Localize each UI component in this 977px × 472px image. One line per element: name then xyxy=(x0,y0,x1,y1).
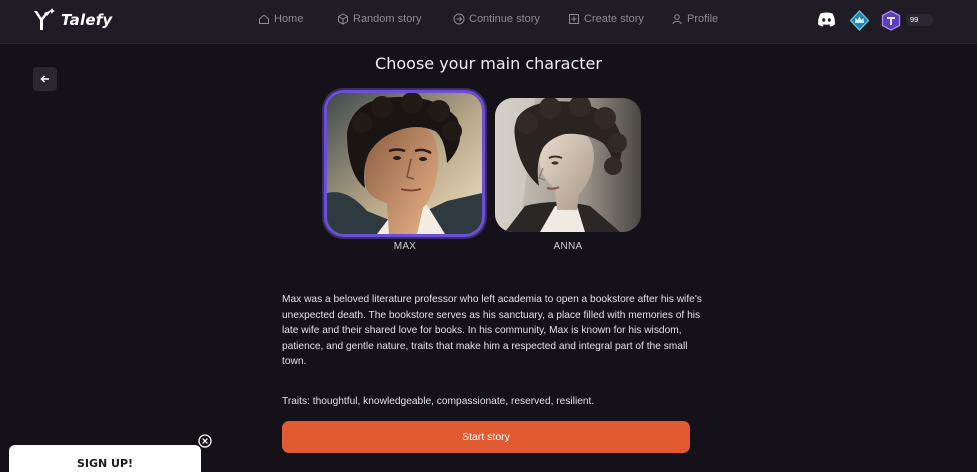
top-navbar: Talefy Home Random story Continue story … xyxy=(0,0,977,44)
cube-icon xyxy=(338,13,348,25)
signup-label: SIGN UP! xyxy=(76,457,134,470)
nav-random-label: Random story xyxy=(353,13,422,25)
signup-popup[interactable]: SIGN UP! xyxy=(9,445,201,472)
start-story-button[interactable]: Start story xyxy=(282,421,690,453)
character-description: Max was a beloved literature professor w… xyxy=(282,294,702,367)
character-card-max[interactable] xyxy=(324,90,485,237)
nav-profile[interactable]: Profile xyxy=(671,13,718,25)
character-card-anna[interactable] xyxy=(495,98,641,232)
nav-create-label: Create story xyxy=(584,13,644,25)
nav-home-label: Home xyxy=(274,13,304,25)
close-icon xyxy=(198,434,212,448)
nav-create-story[interactable]: Create story xyxy=(568,13,644,25)
plus-square-icon xyxy=(569,14,579,24)
character-name-max: MAX xyxy=(393,241,417,252)
close-signup-button[interactable] xyxy=(198,434,212,448)
page-title: Choose your main character xyxy=(375,54,602,73)
talefy-logo-icon xyxy=(34,8,55,30)
crown-icon[interactable] xyxy=(849,10,870,36)
arrow-circle-icon xyxy=(453,13,465,25)
nav-continue-story[interactable]: Continue story xyxy=(453,13,540,25)
user-icon xyxy=(672,14,682,25)
credits-counter: 99 xyxy=(906,14,933,26)
character-portrait-anna xyxy=(495,98,641,232)
token-icon[interactable] xyxy=(881,10,901,36)
arrow-left-icon xyxy=(40,75,49,83)
character-traits: Traits: thoughtful, knowledgeable, compa… xyxy=(282,396,595,407)
discord-icon[interactable] xyxy=(817,12,836,32)
nav-continue-label: Continue story xyxy=(469,13,540,25)
nav-home[interactable]: Home xyxy=(258,13,303,25)
nav-profile-label: Profile xyxy=(687,13,719,25)
brand-logo[interactable]: Talefy xyxy=(31,8,112,32)
nav-random-story[interactable]: Random story xyxy=(337,13,421,25)
brand-name: Talefy xyxy=(61,11,113,29)
character-name-anna: ANNA xyxy=(553,241,583,252)
home-icon xyxy=(259,14,269,24)
character-portrait-max xyxy=(327,93,482,234)
